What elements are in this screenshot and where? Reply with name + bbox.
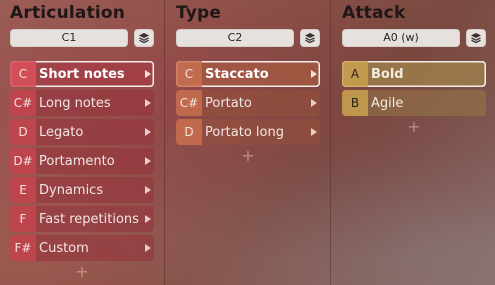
- column-title: Articulation: [10, 3, 126, 23]
- list-item[interactable]: D# Portamento: [10, 148, 154, 174]
- articulation-list: C Short notes C# Long notes D Legato D# …: [10, 61, 154, 280]
- item-label: Long notes: [39, 95, 111, 111]
- chevron-right-icon: [308, 128, 320, 136]
- list-item[interactable]: B Agile: [342, 90, 486, 116]
- chevron-right-icon: [142, 244, 154, 252]
- list-item[interactable]: D Legato: [10, 119, 154, 145]
- list-item[interactable]: F# Custom: [10, 235, 154, 261]
- item-label: Short notes: [39, 66, 125, 82]
- add-item-button[interactable]: +: [342, 119, 486, 135]
- column-divider: [164, 0, 165, 285]
- key-badge: D: [176, 119, 202, 145]
- item-label: Legato: [39, 124, 84, 140]
- key-badge: C: [10, 61, 36, 87]
- chevron-right-icon: [142, 128, 154, 136]
- layers-icon[interactable]: [134, 29, 154, 47]
- key-badge: C#: [10, 90, 36, 116]
- item-label: Agile: [371, 95, 404, 111]
- chevron-right-icon: [142, 186, 154, 194]
- chevron-right-icon: [142, 215, 154, 223]
- item-label: Portato long: [205, 124, 284, 140]
- chevron-right-icon: [308, 99, 320, 107]
- layers-icon[interactable]: [466, 29, 486, 47]
- type-column: Type C2 C Staccato C# Portato D Portato …: [166, 0, 330, 285]
- item-label: Dynamics: [39, 182, 104, 198]
- key-badge: A: [342, 61, 368, 87]
- column-divider: [330, 0, 331, 285]
- column-title: Attack: [342, 3, 406, 23]
- selector-value-field[interactable]: C1: [10, 29, 128, 47]
- key-badge: B: [342, 90, 368, 116]
- list-item[interactable]: C# Long notes: [10, 90, 154, 116]
- key-badge: D#: [10, 148, 36, 174]
- column-title: Type: [176, 3, 222, 23]
- layers-icon[interactable]: [300, 29, 320, 47]
- type-list: C Staccato C# Portato D Portato long +: [176, 61, 320, 164]
- item-label: Portato: [205, 95, 252, 111]
- list-item[interactable]: F Fast repetitions: [10, 206, 154, 232]
- chevron-right-icon: [142, 99, 154, 107]
- chevron-right-icon: [142, 70, 154, 78]
- chevron-right-icon: [308, 70, 320, 78]
- item-label: Staccato: [205, 66, 269, 82]
- articulation-column: Articulation C1 C Short notes C# Long no…: [0, 0, 164, 285]
- key-badge: C#: [176, 90, 202, 116]
- item-label: Bold: [371, 66, 404, 82]
- item-label: Fast repetitions: [39, 211, 139, 227]
- selector-value-field[interactable]: C2: [176, 29, 294, 47]
- list-item[interactable]: C Short notes: [10, 61, 154, 87]
- item-label: Custom: [39, 240, 89, 256]
- key-badge: D: [10, 119, 36, 145]
- selector-value-field[interactable]: A0 (w): [342, 29, 460, 47]
- key-badge: C: [176, 61, 202, 87]
- item-label: Portamento: [39, 153, 115, 169]
- chevron-right-icon: [142, 157, 154, 165]
- list-item[interactable]: C Staccato: [176, 61, 320, 87]
- key-badge: E: [10, 177, 36, 203]
- list-item[interactable]: A Bold: [342, 61, 486, 87]
- add-item-button[interactable]: +: [176, 148, 320, 164]
- attack-column: Attack A0 (w) A Bold B Agile +: [332, 0, 495, 285]
- add-item-button[interactable]: +: [10, 264, 154, 280]
- attack-list: A Bold B Agile +: [342, 61, 486, 135]
- key-badge: F#: [10, 235, 36, 261]
- list-item[interactable]: E Dynamics: [10, 177, 154, 203]
- list-item[interactable]: D Portato long: [176, 119, 320, 145]
- list-item[interactable]: C# Portato: [176, 90, 320, 116]
- key-badge: F: [10, 206, 36, 232]
